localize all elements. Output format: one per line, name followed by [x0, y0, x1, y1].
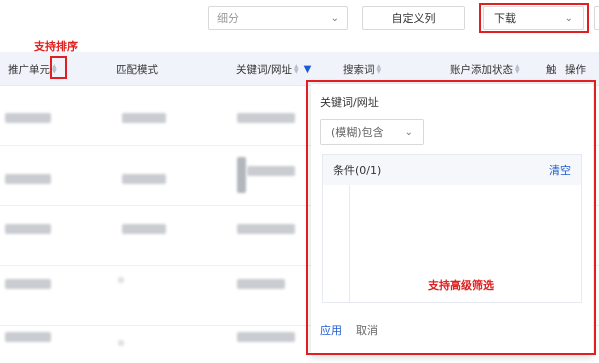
sort-annotation-box — [50, 56, 67, 79]
blurred-cell — [237, 224, 295, 234]
toolbar-edge-button[interactable] — [594, 6, 599, 30]
blurred-cell — [5, 279, 51, 289]
column-header-keyword[interactable]: 关键词/网址 ▲ ▼ ▼ — [236, 52, 311, 86]
blurred-cell — [5, 224, 51, 234]
blurred-cell — [122, 113, 166, 123]
filter-icon[interactable]: ▼ — [304, 64, 312, 75]
sort-icon[interactable]: ▲ ▼ — [377, 64, 382, 75]
blurred-cell — [247, 166, 295, 176]
blurred-cell — [5, 113, 51, 123]
column-header-label: 推广单元 — [8, 63, 50, 76]
column-header-match: 匹配模式 — [116, 52, 158, 86]
blurred-cell — [122, 224, 166, 234]
chevron-down-icon: ⌄ — [330, 12, 339, 24]
custom-columns-label: 自定义列 — [391, 12, 436, 25]
column-header-label: 关键词/网址 — [236, 63, 293, 76]
blurred-cell — [237, 113, 295, 123]
segment-select-value: 细分 — [217, 12, 239, 25]
column-header-label: 触 — [546, 63, 557, 76]
blurred-cell — [118, 340, 124, 346]
sort-icon[interactable]: ▲ ▼ — [294, 64, 299, 75]
blurred-cell — [237, 157, 246, 193]
column-header-label: 操作 — [565, 63, 586, 76]
filter-annotation-box — [306, 80, 596, 355]
blurred-cell — [5, 174, 51, 184]
blurred-cell — [5, 332, 51, 342]
column-header-label: 匹配模式 — [116, 63, 158, 76]
blurred-cell — [237, 279, 285, 289]
blurred-cell — [237, 332, 295, 342]
sort-annotation-label: 支持排序 — [34, 40, 78, 53]
column-header-label: 搜索词 — [343, 63, 375, 76]
blurred-cell — [118, 277, 124, 283]
segment-select[interactable]: 细分 ⌄ — [208, 6, 348, 30]
download-annotation-box — [479, 3, 589, 33]
custom-columns-button[interactable]: 自定义列 — [362, 6, 465, 30]
column-header-label: 账户添加状态 — [450, 63, 513, 76]
blurred-cell — [122, 174, 166, 184]
sort-icon[interactable]: ▲ ▼ — [515, 64, 520, 75]
